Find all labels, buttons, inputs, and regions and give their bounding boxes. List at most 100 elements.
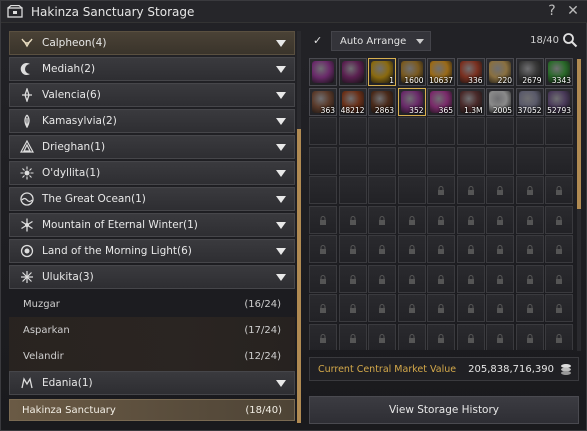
lock-icon bbox=[555, 303, 563, 313]
empty-slot[interactable] bbox=[338, 117, 367, 145]
help-icon[interactable]: ? bbox=[544, 3, 560, 19]
region-mediah[interactable]: Mediah(2) bbox=[9, 57, 295, 81]
lock-icon bbox=[437, 244, 445, 254]
region-drieghan[interactable]: Drieghan(1) bbox=[9, 135, 295, 159]
storage-item-slot[interactable]: 10637 bbox=[427, 58, 455, 86]
storage-item-slot[interactable]: 363 bbox=[309, 87, 337, 116]
empty-slot[interactable] bbox=[456, 117, 485, 145]
region-edania[interactable]: Edania(1) bbox=[9, 371, 295, 395]
storage-item-slot[interactable]: 52793 bbox=[545, 87, 573, 116]
empty-slot[interactable] bbox=[486, 117, 514, 145]
locked-slot bbox=[456, 264, 485, 293]
empty-slot[interactable] bbox=[338, 146, 367, 175]
locked-slot bbox=[515, 235, 544, 263]
storage-icon bbox=[7, 4, 23, 18]
empty-slot[interactable] bbox=[309, 176, 337, 204]
locked-slot bbox=[368, 205, 396, 234]
title-bar[interactable]: Hakinza Sanctuary Storage ? ✕ bbox=[1, 1, 587, 23]
storage-item-slot[interactable]: 2863 bbox=[368, 87, 396, 116]
item-quantity: 10637 bbox=[429, 76, 453, 85]
calpheon-icon bbox=[20, 36, 34, 50]
empty-slot[interactable] bbox=[515, 146, 544, 175]
town-asparkan[interactable]: Asparkan (17/24) bbox=[9, 317, 295, 343]
empty-slot[interactable] bbox=[368, 176, 396, 204]
chevron-down-icon bbox=[276, 118, 286, 125]
empty-slot[interactable] bbox=[338, 176, 367, 204]
locked-slot bbox=[338, 264, 367, 293]
region-kamasylvia[interactable]: Kamasylvia(2) bbox=[9, 109, 295, 133]
item-quantity: 2005 bbox=[492, 105, 512, 115]
chevron-down-icon bbox=[276, 170, 286, 177]
empty-slot[interactable] bbox=[368, 146, 396, 175]
chevron-down-icon bbox=[276, 196, 286, 203]
locked-slot bbox=[427, 176, 455, 204]
empty-slot[interactable] bbox=[397, 176, 426, 204]
auto-arrange-dropdown[interactable]: Auto Arrange bbox=[331, 31, 431, 51]
storage-item-slot[interactable]: 1 bbox=[368, 58, 396, 86]
lock-icon bbox=[408, 274, 416, 284]
region-list: Calpheon(4) Mediah(2) Valencia(6) Kamasy… bbox=[9, 31, 297, 421]
storage-item-slot[interactable]: 336 bbox=[456, 58, 485, 86]
item-quantity: 2863 bbox=[374, 105, 394, 115]
storage-item-slot[interactable]: 1600 bbox=[397, 58, 426, 86]
storage-item-slot[interactable]: 1.3M bbox=[456, 87, 485, 116]
lock-icon bbox=[319, 215, 327, 225]
empty-slot[interactable] bbox=[456, 146, 485, 175]
town-velandir[interactable]: Velandir (12/24) bbox=[9, 343, 295, 369]
search-icon[interactable] bbox=[561, 31, 579, 49]
lock-icon bbox=[526, 303, 534, 313]
empty-slot[interactable] bbox=[427, 117, 455, 145]
empty-slot[interactable] bbox=[486, 146, 514, 175]
item-quantity: 48212 bbox=[340, 105, 365, 115]
lock-icon bbox=[408, 244, 416, 254]
empty-slot[interactable] bbox=[397, 117, 426, 145]
lock-icon bbox=[467, 215, 475, 225]
empty-slot[interactable] bbox=[309, 117, 337, 145]
lock-icon bbox=[437, 185, 445, 195]
storage-item-slot[interactable] bbox=[338, 58, 367, 86]
town-muzgar[interactable]: Muzgar (16/24) bbox=[9, 291, 295, 317]
checkmark-icon[interactable]: ✓ bbox=[313, 35, 323, 46]
storage-item-slot[interactable]: 48212 bbox=[338, 87, 367, 116]
region-calpheon[interactable]: Calpheon(4) bbox=[9, 31, 295, 55]
region-valencia[interactable]: Valencia(6) bbox=[9, 83, 295, 107]
storage-item-slot[interactable]: 2679 bbox=[515, 58, 544, 86]
item-quantity: 2679 bbox=[522, 76, 542, 85]
mediah-icon bbox=[20, 62, 34, 76]
storage-panel: ✓ Auto Arrange 18/40 1 1600 10637 336 220 267… bbox=[307, 29, 581, 425]
empty-slot[interactable] bbox=[309, 146, 337, 175]
storage-grid-scrollbar[interactable] bbox=[577, 59, 581, 351]
lock-icon bbox=[496, 244, 504, 254]
region-morning-light[interactable]: Land of the Morning Light(6) bbox=[9, 239, 295, 263]
storage-item-slot[interactable]: 365 bbox=[427, 87, 455, 116]
empty-slot[interactable] bbox=[368, 117, 396, 145]
scrollbar-thumb[interactable] bbox=[297, 129, 301, 423]
empty-slot[interactable] bbox=[515, 117, 544, 145]
drieghan-icon bbox=[20, 140, 34, 154]
town-count: (16/24) bbox=[244, 298, 281, 310]
region-odyllita[interactable]: O'dyllita(1) bbox=[9, 161, 295, 185]
storage-item-slot[interactable]: 3343 bbox=[545, 58, 573, 86]
empty-slot[interactable] bbox=[545, 117, 573, 145]
empty-slot[interactable] bbox=[545, 146, 573, 175]
empty-slot[interactable] bbox=[427, 146, 455, 175]
storage-item-slot[interactable]: 2005 bbox=[486, 87, 514, 116]
region-ulukita[interactable]: Ulukita(3) bbox=[9, 265, 295, 289]
empty-slot[interactable] bbox=[397, 146, 426, 175]
lock-icon bbox=[437, 333, 445, 343]
storage-item-slot[interactable]: 37052 bbox=[515, 87, 544, 116]
region-great-ocean[interactable]: The Great Ocean(1) bbox=[9, 187, 295, 211]
region-list-scrollbar[interactable] bbox=[297, 31, 301, 423]
lock-icon bbox=[467, 185, 475, 195]
lock-icon bbox=[378, 215, 386, 225]
storage-item-slot[interactable] bbox=[309, 58, 337, 86]
view-storage-history-button[interactable]: View Storage History bbox=[309, 396, 579, 424]
storage-item-slot[interactable]: 352 bbox=[397, 87, 426, 116]
region-eternal-winter[interactable]: Mountain of Eternal Winter(1) bbox=[9, 213, 295, 237]
current-storage-row[interactable]: Hakinza Sanctuary (18/40) bbox=[9, 399, 295, 421]
lock-icon bbox=[496, 215, 504, 225]
storage-item-slot[interactable]: 220 bbox=[486, 58, 514, 86]
locked-slot bbox=[309, 323, 337, 350]
scrollbar-thumb[interactable] bbox=[577, 59, 581, 209]
close-icon[interactable]: ✕ bbox=[565, 3, 581, 19]
